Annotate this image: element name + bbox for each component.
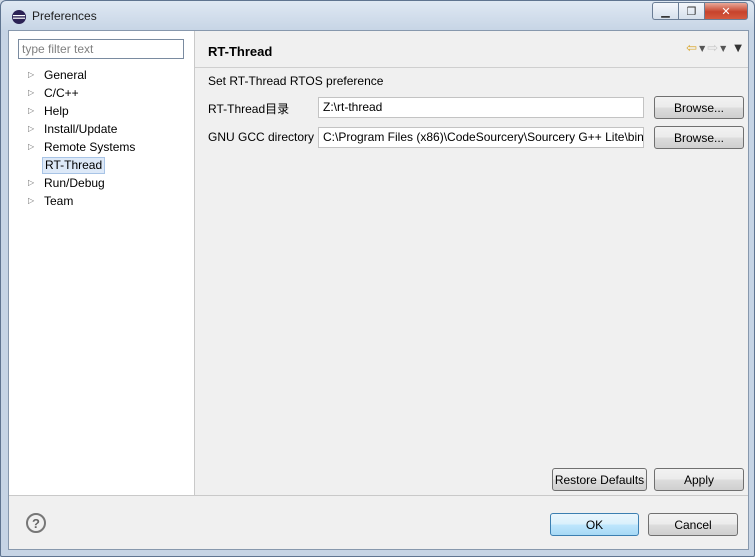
expand-arrow-icon[interactable]: ▷ [28,66,34,84]
cancel-button[interactable]: Cancel [648,513,738,536]
tree-item-label: Team [44,194,74,208]
page-title: RT-Thread [208,44,273,59]
browse-rt-thread-button[interactable]: Browse... [654,96,744,119]
tree-item-label: C/C++ [44,86,79,100]
close-button[interactable]: ✕ [704,2,748,20]
tree-item-label: Remote Systems [44,140,136,154]
tree-item-cpp[interactable]: ▷ C/C++ [9,84,194,102]
window-controls: ▁ ❐ ✕ [652,2,748,20]
window-title: Preferences [32,9,97,23]
minimize-button[interactable]: ▁ [652,2,678,20]
tree-item-remote-systems[interactable]: ▷ Remote Systems [9,138,194,156]
preference-tree-panel: ▷ General ▷ C/C++ ▷ Help ▷ Install/Updat… [9,31,195,495]
tree-item-general[interactable]: ▷ General [9,66,194,84]
tree-item-run-debug[interactable]: ▷ Run/Debug [9,174,194,192]
view-menu-icon[interactable]: ▼ [734,43,742,54]
forward-dropdown-icon[interactable]: ▼ [720,44,726,53]
preference-page: RT-Thread ⇦ ▼ ⇨ ▼ ▼ Set RT-Thread RTOS p… [195,31,748,495]
tree-item-help[interactable]: ▷ Help [9,102,194,120]
close-icon: ✕ [721,4,731,18]
maximize-button[interactable]: ❐ [678,2,704,20]
tree-item-team[interactable]: ▷ Team [9,192,194,210]
tree-item-label: RT-Thread [42,157,106,174]
page-header: RT-Thread ⇦ ▼ ⇨ ▼ ▼ [195,31,748,68]
tree-item-label: Run/Debug [44,176,105,190]
gcc-dir-label: GNU GCC directory [208,130,315,144]
tree-item-label: General [44,68,87,82]
tree-item-rt-thread[interactable]: RT-Thread [9,156,194,174]
page-description: Set RT-Thread RTOS preference [208,74,384,88]
restore-defaults-button[interactable]: Restore Defaults [552,468,647,491]
expand-arrow-icon[interactable]: ▷ [28,84,34,102]
preference-tree: ▷ General ▷ C/C++ ▷ Help ▷ Install/Updat… [9,66,194,210]
help-icon[interactable]: ? [26,513,46,533]
forward-arrow-icon[interactable]: ⇨ [707,41,718,56]
maximize-icon: ❐ [686,4,697,18]
dialog-client-area: ▷ General ▷ C/C++ ▷ Help ▷ Install/Updat… [8,30,749,550]
gcc-dir-field[interactable]: C:\Program Files (x86)\CodeSourcery\Sour… [318,127,644,148]
title-bar[interactable]: Preferences ▁ ❐ ✕ [1,1,754,31]
expand-arrow-icon[interactable]: ▷ [28,174,34,192]
back-dropdown-icon[interactable]: ▼ [699,44,705,53]
history-toolbar: ⇦ ▼ ⇨ ▼ ▼ [686,41,742,56]
preferences-window: Preferences ▁ ❐ ✕ ▷ General ▷ C/C++ ▷ He… [0,0,755,557]
expand-arrow-icon[interactable]: ▷ [28,138,34,156]
apply-button[interactable]: Apply [654,468,744,491]
expand-arrow-icon[interactable]: ▷ [28,120,34,138]
tree-item-install-update[interactable]: ▷ Install/Update [9,120,194,138]
minimize-icon: ▁ [661,4,670,18]
rt-thread-dir-field[interactable]: Z:\rt-thread [318,97,644,118]
button-bar-divider [9,495,748,496]
expand-arrow-icon[interactable]: ▷ [28,192,34,210]
expand-arrow-icon[interactable]: ▷ [28,102,34,120]
back-arrow-icon[interactable]: ⇦ [686,41,697,56]
eclipse-app-icon [12,10,26,24]
tree-item-label: Install/Update [44,122,118,136]
rt-thread-dir-label: RT-Thread目录 [208,102,290,116]
filter-input[interactable] [18,39,184,59]
browse-gcc-button[interactable]: Browse... [654,126,744,149]
tree-item-label: Help [44,104,69,118]
ok-button[interactable]: OK [550,513,639,536]
